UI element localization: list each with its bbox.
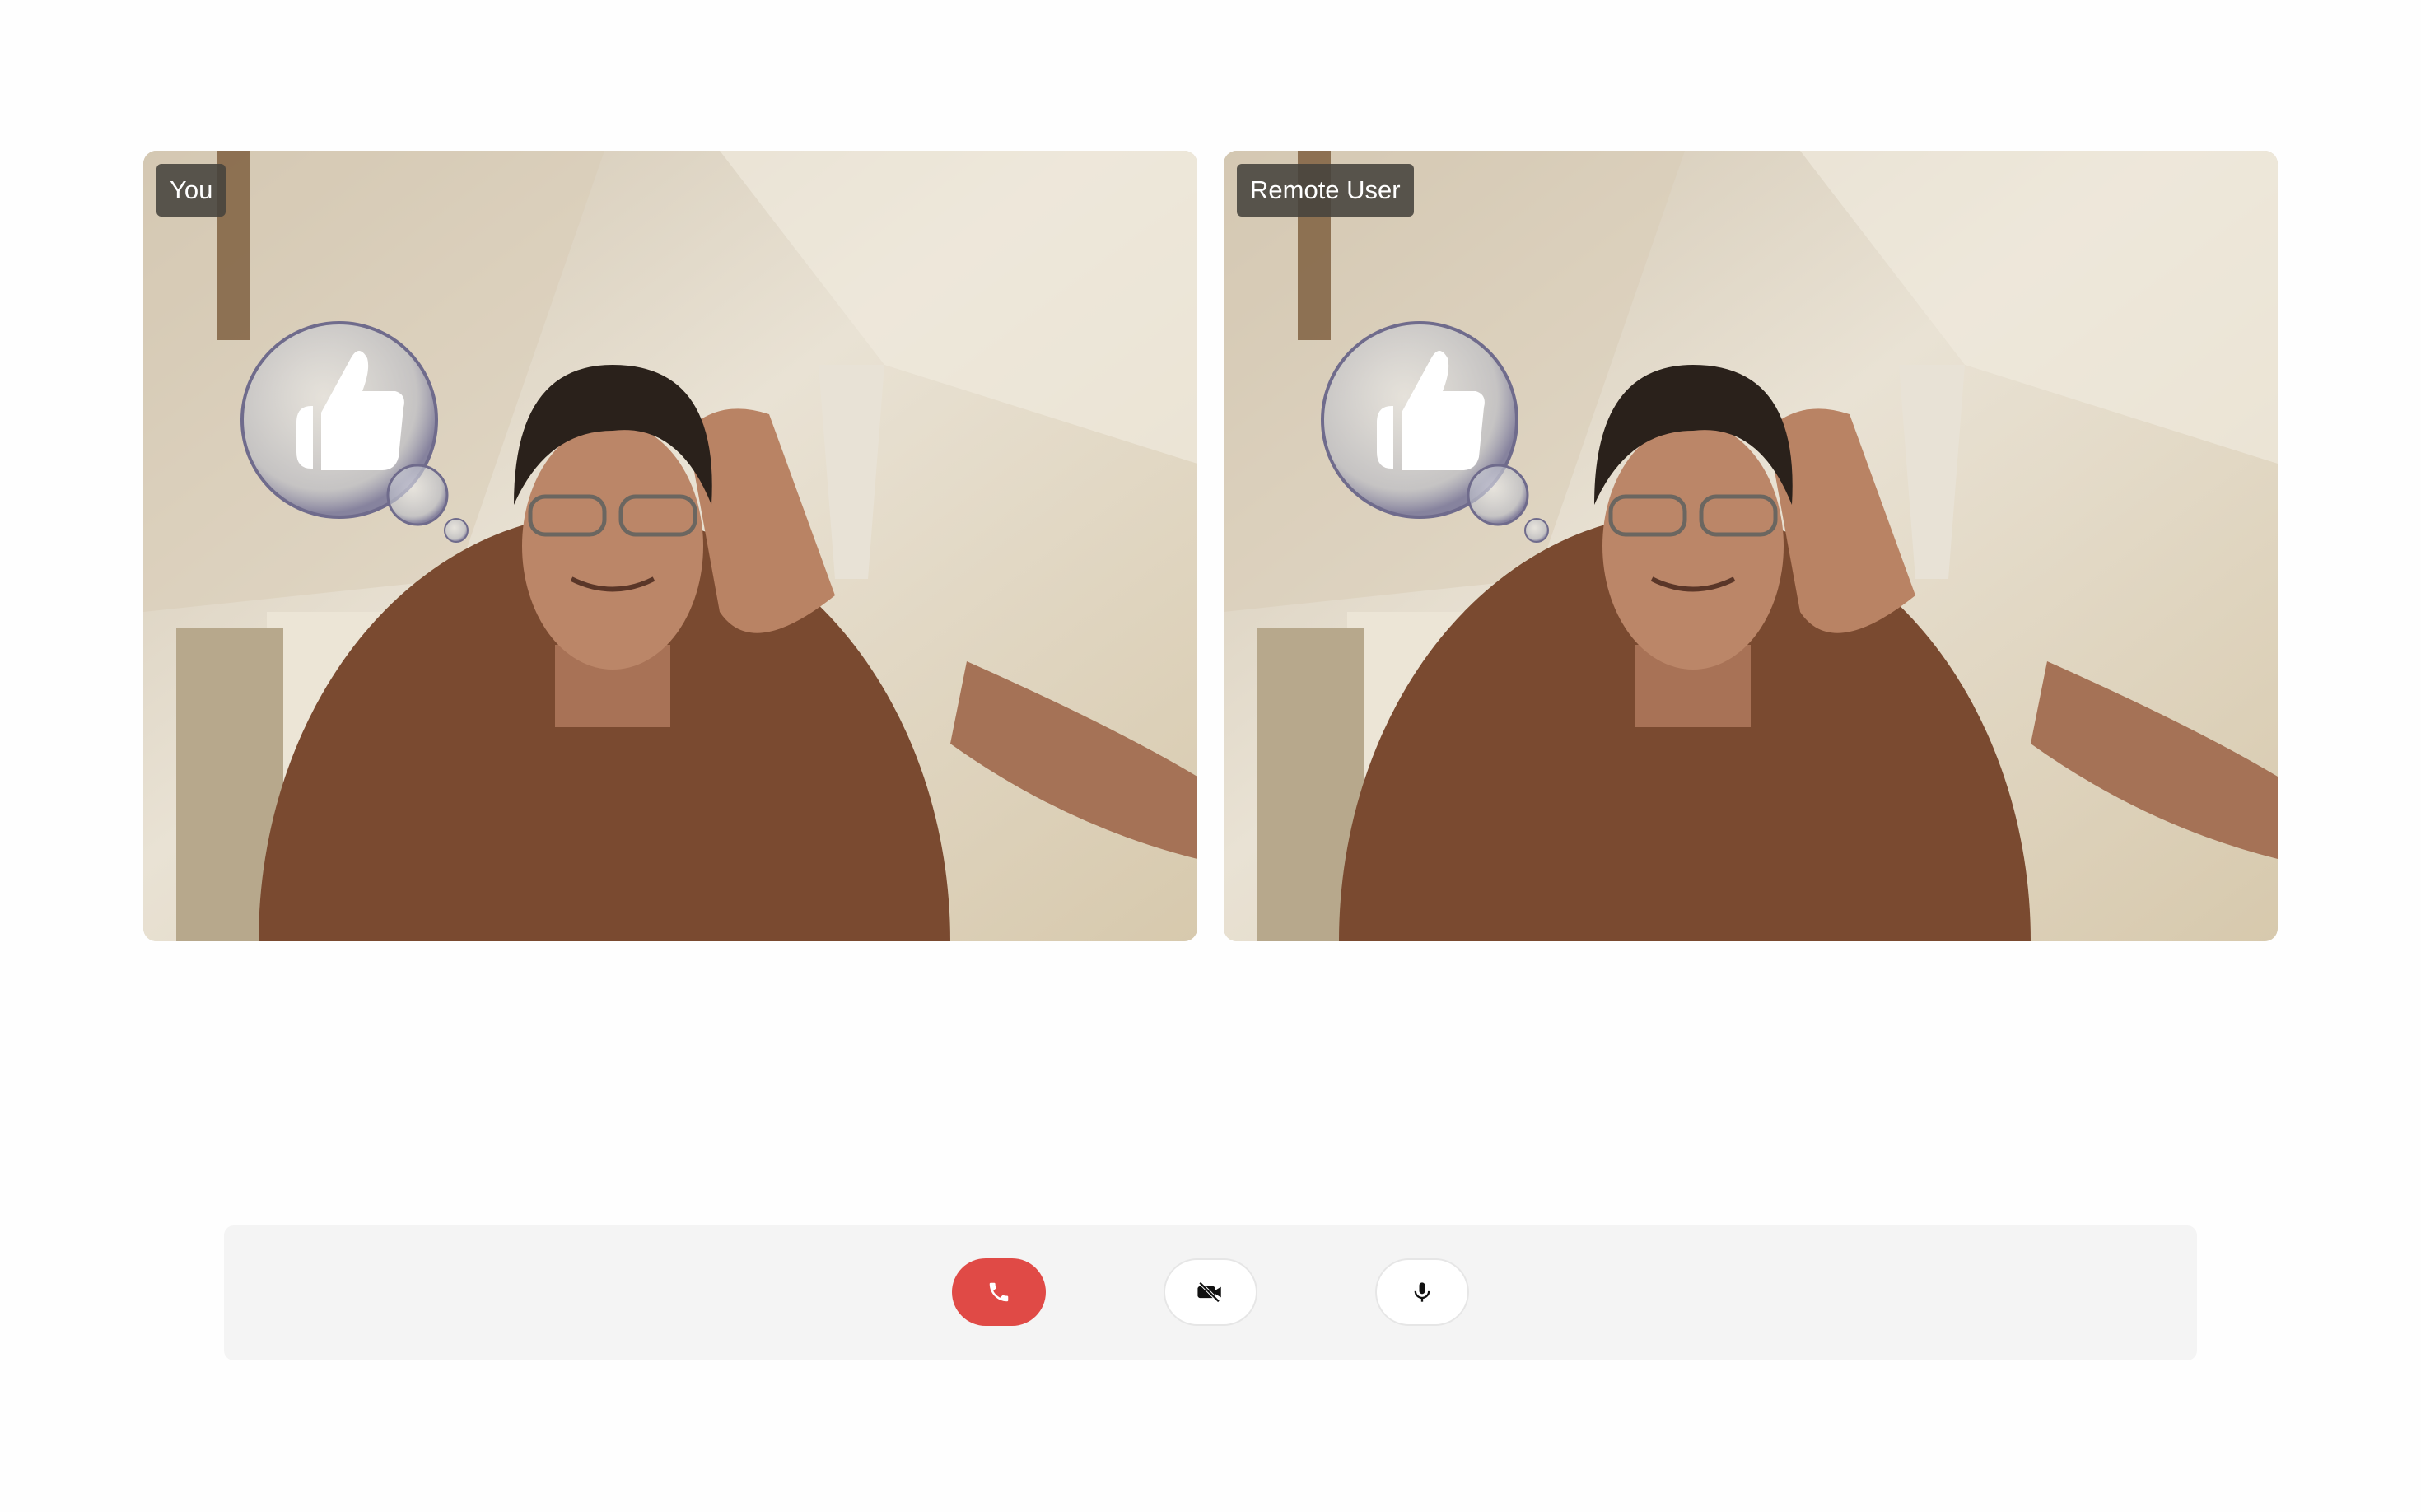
local-video-tile: You bbox=[143, 151, 1197, 941]
toggle-mic-button[interactable] bbox=[1375, 1258, 1469, 1326]
call-control-bar bbox=[224, 1225, 2197, 1360]
remote-tile-label: Remote User bbox=[1237, 164, 1414, 217]
remote-video-tile: Remote User bbox=[1224, 151, 2278, 941]
microphone-icon bbox=[1414, 1282, 1430, 1302]
end-call-button[interactable] bbox=[952, 1258, 1046, 1326]
video-off-icon bbox=[1197, 1281, 1221, 1303]
camera-feed bbox=[1224, 151, 2278, 941]
video-call-screen: You Remote User bbox=[0, 0, 2421, 1512]
toggle-video-button[interactable] bbox=[1164, 1258, 1257, 1326]
camera-feed bbox=[143, 151, 1197, 941]
local-tile-label: You bbox=[156, 164, 226, 217]
phone-hangup-icon bbox=[989, 1282, 1009, 1302]
